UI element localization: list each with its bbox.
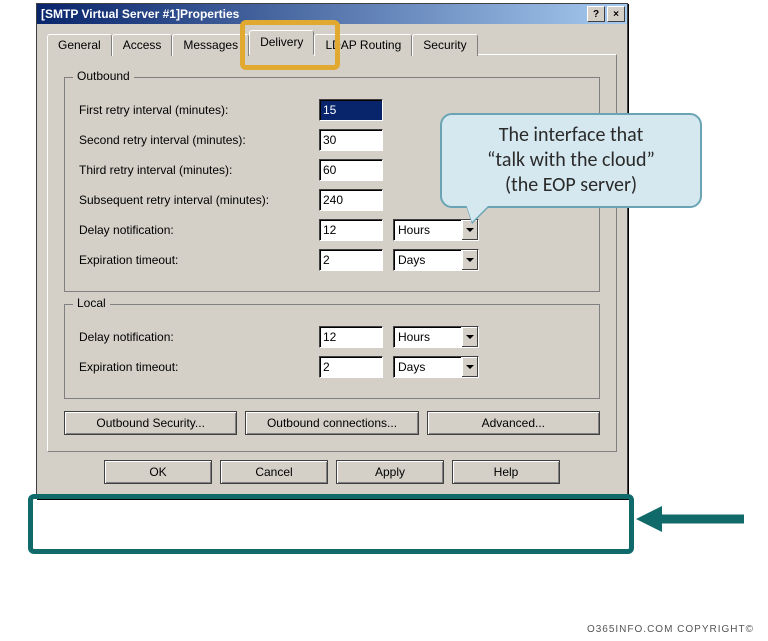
- tab-security[interactable]: Security: [412, 34, 477, 56]
- input-subsequent-retry[interactable]: [319, 189, 383, 211]
- tab-delivery[interactable]: Delivery: [249, 30, 314, 55]
- select-local-delay-unit[interactable]: Hours: [393, 326, 479, 348]
- annotation-arrow-icon: [636, 502, 746, 536]
- input-local-expiration[interactable]: [319, 356, 383, 378]
- action-button-row: Outbound Security... Outbound connection…: [64, 411, 600, 435]
- select-expiration-unit[interactable]: Days: [393, 249, 479, 271]
- tab-general[interactable]: General: [47, 34, 112, 56]
- tab-messages[interactable]: Messages: [172, 34, 249, 56]
- select-local-expiration-unit[interactable]: Days: [393, 356, 479, 378]
- apply-button[interactable]: Apply: [336, 460, 444, 484]
- annotation-callout: The interface that “talk with the cloud”…: [440, 113, 702, 208]
- select-local-expiration-unit-text: Days: [394, 360, 461, 374]
- titlebar[interactable]: [SMTP Virtual Server #1] Properties ? ×: [37, 4, 627, 24]
- dialog-button-row: OK Cancel Apply Help: [47, 452, 617, 488]
- cancel-button[interactable]: Cancel: [220, 460, 328, 484]
- tab-access[interactable]: Access: [112, 34, 173, 56]
- advanced-button[interactable]: Advanced...: [427, 411, 600, 435]
- select-expiration-unit-text: Days: [394, 253, 461, 267]
- input-third-retry[interactable]: [319, 159, 383, 181]
- properties-dialog: [SMTP Virtual Server #1] Properties ? × …: [36, 3, 628, 499]
- help-button[interactable]: Help: [452, 460, 560, 484]
- input-second-retry[interactable]: [319, 129, 383, 151]
- row-delay-notification: Delay notification: Hours: [79, 219, 585, 241]
- label-delay-notification: Delay notification:: [79, 223, 319, 237]
- chevron-down-icon: [461, 357, 478, 377]
- title-rest: Properties: [180, 7, 239, 21]
- ok-button[interactable]: OK: [104, 460, 212, 484]
- select-delay-unit-text: Hours: [394, 223, 461, 237]
- input-local-delay[interactable]: [319, 326, 383, 348]
- select-local-delay-unit-text: Hours: [394, 330, 461, 344]
- outbound-connections-button[interactable]: Outbound connections...: [245, 411, 418, 435]
- legend-outbound: Outbound: [73, 69, 134, 83]
- help-button[interactable]: ?: [587, 6, 605, 22]
- title-bold: [SMTP Virtual Server #1]: [41, 7, 180, 21]
- label-expiration-timeout: Expiration timeout:: [79, 253, 319, 267]
- footer-copyright: O365INFO.COM COPYRIGHT©: [587, 624, 754, 635]
- label-local-expiration: Expiration timeout:: [79, 360, 319, 374]
- label-first-retry: First retry interval (minutes):: [79, 103, 319, 117]
- question-icon: ?: [593, 9, 599, 20]
- label-third-retry: Third retry interval (minutes):: [79, 163, 319, 177]
- chevron-down-icon: [461, 250, 478, 270]
- input-expiration-timeout[interactable]: [319, 249, 383, 271]
- input-delay-notification[interactable]: [319, 219, 383, 241]
- label-local-delay: Delay notification:: [79, 330, 319, 344]
- close-button[interactable]: ×: [607, 6, 625, 22]
- group-local: Local Delay notification: Hours Expirati…: [64, 304, 600, 399]
- dialog-body: General Access Messages Delivery LDAP Ro…: [37, 24, 627, 498]
- input-first-retry[interactable]: [319, 99, 383, 121]
- row-local-expiration: Expiration timeout: Days: [79, 356, 585, 378]
- label-subsequent-retry: Subsequent retry interval (minutes):: [79, 193, 319, 207]
- callout-line1: The interface that: [456, 123, 686, 148]
- tab-ldap-routing[interactable]: LDAP Routing: [314, 34, 412, 56]
- row-local-delay: Delay notification: Hours: [79, 326, 585, 348]
- select-delay-unit[interactable]: Hours: [393, 219, 479, 241]
- chevron-down-icon: [461, 220, 478, 240]
- row-expiration-timeout: Expiration timeout: Days: [79, 249, 585, 271]
- annotation-buttons-highlight: [28, 494, 634, 554]
- callout-line2: “talk with the cloud”: [456, 148, 686, 173]
- chevron-down-icon: [461, 327, 478, 347]
- label-second-retry: Second retry interval (minutes):: [79, 133, 319, 147]
- tab-strip: General Access Messages Delivery LDAP Ro…: [47, 30, 617, 55]
- close-icon: ×: [613, 9, 619, 20]
- callout-line3: (the EOP server): [456, 173, 686, 198]
- legend-local: Local: [73, 296, 110, 310]
- outbound-security-button[interactable]: Outbound Security...: [64, 411, 237, 435]
